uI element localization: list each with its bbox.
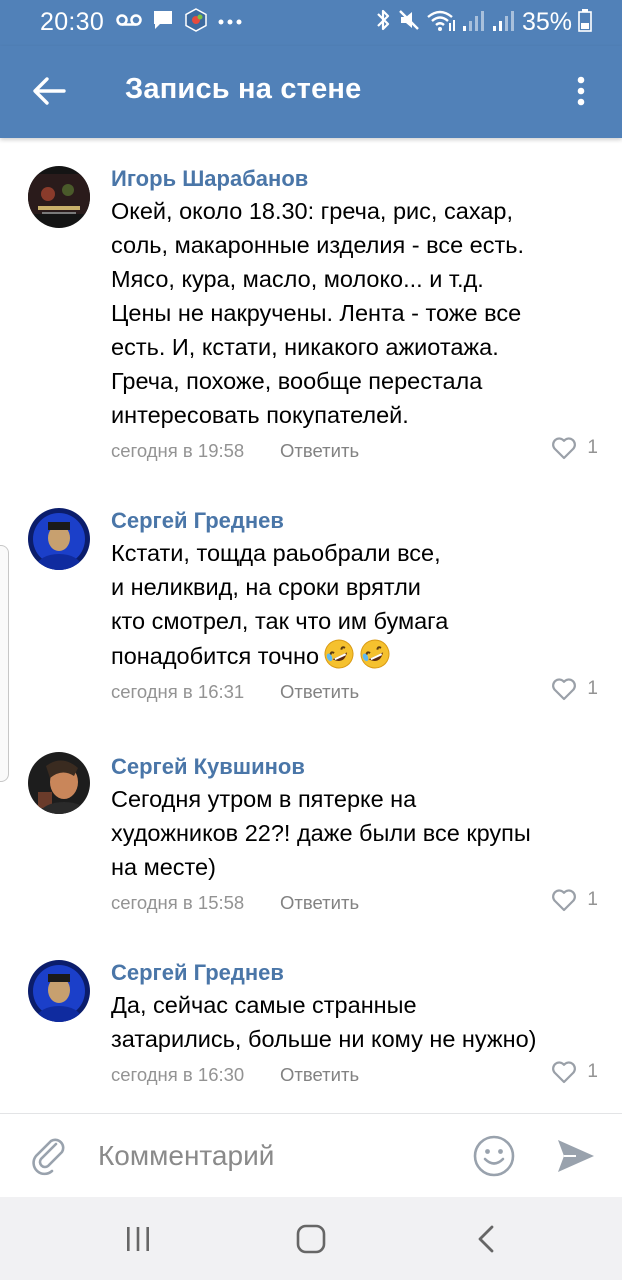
comment-meta: сегодня в 15:58 Ответить 1 (111, 888, 598, 918)
avatar[interactable] (28, 752, 90, 814)
comment-author[interactable]: Сергей Греднев (111, 506, 598, 536)
like-button[interactable]: 1 (551, 888, 598, 912)
like-button[interactable]: 1 (551, 436, 598, 460)
reply-button[interactable]: Ответить (280, 892, 359, 914)
like-button[interactable]: 1 (551, 1060, 598, 1084)
comment-body: Сергей Греднев Кстати, тощда раьобрали в… (111, 506, 598, 707)
comment-time: сегодня в 19:58 (111, 440, 245, 461)
recent-apps-icon (127, 1227, 149, 1251)
like-count: 1 (587, 1061, 598, 1082)
edge-panel-handle[interactable] (0, 545, 9, 782)
comment-time: сегодня в 16:31 (111, 681, 245, 702)
wifi-icon (426, 8, 456, 37)
comment-text: Да, сейчас самые странные затарились, бо… (111, 992, 537, 1052)
app-header: Запись на стене (0, 46, 622, 138)
heart-icon (552, 1061, 577, 1084)
system-nav-bar (0, 1197, 622, 1280)
avatar[interactable] (28, 166, 90, 228)
comment-author[interactable]: Сергей Греднев (111, 958, 598, 988)
rofl-emoji-icon (323, 638, 355, 670)
comment-time: сегодня в 15:58 (111, 892, 245, 913)
battery-percent: 35% (521, 7, 572, 36)
like-button[interactable]: 1 (551, 677, 598, 701)
heart-icon (552, 678, 577, 701)
comment-author[interactable]: Игорь Шарабанов (111, 164, 598, 194)
recent-apps-button[interactable] (116, 1217, 160, 1261)
emoji-button[interactable] (472, 1134, 516, 1178)
comment-meta: сегодня в 16:30 Ответить 1 (111, 1060, 598, 1090)
comment-body: Сергей Кувшинов Сегодня утром в пятерке … (111, 752, 598, 918)
comments-list: Игорь Шарабанов Окей, около 18.30: греча… (0, 138, 622, 1113)
send-button[interactable] (554, 1134, 598, 1178)
smiley-icon (473, 1135, 515, 1177)
attach-button[interactable] (28, 1134, 72, 1178)
mute-icon (398, 8, 420, 37)
rofl-emoji-icon (359, 638, 391, 670)
heart-icon (552, 437, 577, 460)
home-icon (296, 1224, 326, 1254)
heart-icon (552, 889, 577, 912)
avatar[interactable] (28, 960, 90, 1022)
reply-button[interactable]: Ответить (280, 440, 359, 462)
like-count: 1 (587, 678, 598, 699)
app-icon (184, 7, 208, 37)
signal-icon (462, 8, 486, 37)
status-right-icons: 35% (374, 8, 592, 36)
battery-icon (578, 8, 592, 37)
more-vertical-icon (577, 76, 585, 106)
paperclip-icon (32, 1138, 65, 1176)
like-count: 1 (587, 437, 598, 458)
comment-time: сегодня в 16:30 (111, 1064, 245, 1085)
comment-body: Игорь Шарабанов Окей, около 18.30: греча… (111, 164, 598, 466)
comment-text: Кстати, тощда раьобрали все, и неликвид,… (111, 536, 598, 673)
voicemail-icon (116, 13, 142, 32)
comment-composer (0, 1113, 622, 1197)
back-button[interactable] (26, 68, 72, 114)
back-icon (478, 1225, 494, 1253)
comment-text-content: Кстати, тощда раьобрали все, и неликвид,… (111, 540, 449, 669)
comment-meta: сегодня в 16:31 Ответить 1 (111, 677, 598, 707)
comment-author[interactable]: Сергей Кувшинов (111, 752, 598, 782)
comment-body: Сергей Греднев Да, сейчас самые странные… (111, 958, 598, 1090)
chat-icon (152, 9, 174, 36)
send-icon (558, 1140, 594, 1172)
page-title: Запись на стене (125, 73, 362, 105)
signal-icon (492, 8, 516, 37)
more-options-button[interactable] (566, 68, 596, 114)
status-bar: 20:30 35% (0, 0, 622, 46)
more-dots-icon (218, 13, 242, 31)
system-back-button[interactable] (464, 1217, 508, 1261)
comment-text: Окей, около 18.30: греча, рис, сахар, со… (111, 198, 525, 428)
arrow-left-icon (33, 77, 66, 105)
comment-input[interactable] (98, 1132, 448, 1180)
reply-button[interactable]: Ответить (280, 1064, 359, 1086)
avatar[interactable] (28, 508, 90, 570)
status-time: 20:30 (40, 8, 105, 36)
comment-text: Сегодня утром в пятерке на художников 22… (111, 786, 531, 880)
like-count: 1 (587, 889, 598, 910)
comment-meta: сегодня в 19:58 Ответить 1 (111, 436, 598, 466)
status-left-icons (116, 7, 242, 37)
reply-button[interactable]: Ответить (280, 681, 359, 703)
home-button[interactable] (289, 1217, 333, 1261)
bluetooth-icon (374, 8, 392, 37)
